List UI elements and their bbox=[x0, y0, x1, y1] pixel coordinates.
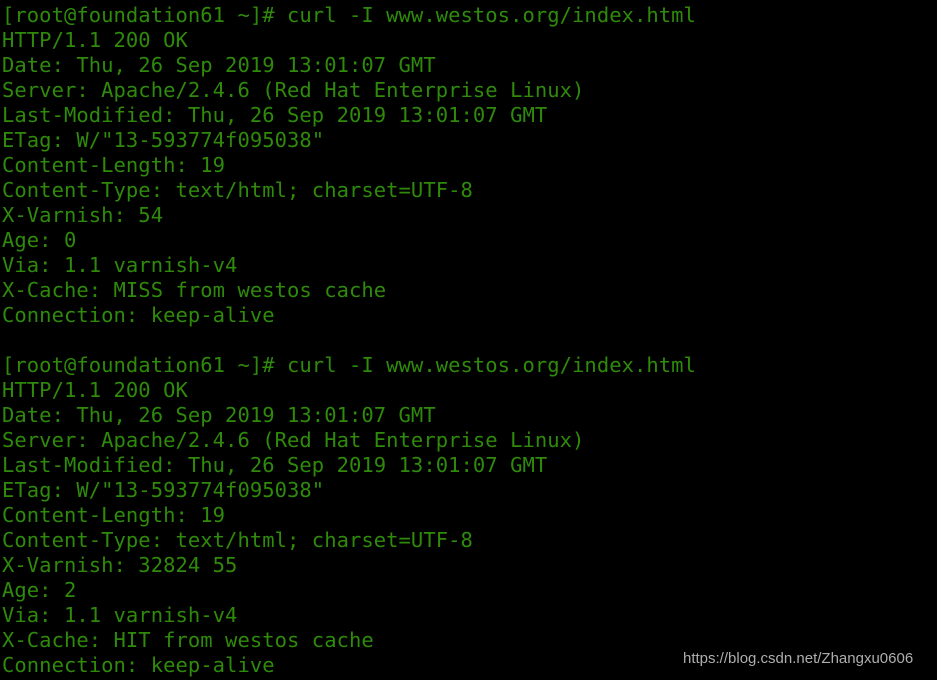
terminal-line-clen-1: Content-Length: 19 bbox=[2, 153, 226, 177]
terminal-line-server-1: Server: Apache/2.4.6 (Red Hat Enterprise… bbox=[2, 78, 585, 102]
terminal-line-varnish-2: X-Varnish: 32824 55 bbox=[2, 553, 238, 577]
terminal-line-blank-1 bbox=[0, 328, 937, 353]
terminal-line-xcache-1: X-Cache: MISS from westos cache bbox=[2, 278, 387, 302]
terminal-line-server-2: Server: Apache/2.4.6 (Red Hat Enterprise… bbox=[2, 428, 585, 452]
terminal-line-conn-1: Connection: keep-alive bbox=[2, 303, 275, 327]
terminal-line-age-1: Age: 0 bbox=[2, 228, 77, 252]
terminal-output: [root@foundation61 ~]# curl -I www.westo… bbox=[0, 3, 937, 678]
terminal-line-age-2: Age: 2 bbox=[2, 578, 77, 602]
terminal-line-clen-2: Content-Length: 19 bbox=[2, 503, 226, 527]
terminal-line-varnish-1: X-Varnish: 54 bbox=[2, 203, 164, 227]
terminal-line-lastmod-1: Last-Modified: Thu, 26 Sep 2019 13:01:07… bbox=[2, 103, 548, 127]
terminal-line-prompt-1: [root@foundation61 ~]# curl -I www.westo… bbox=[2, 3, 696, 27]
terminal-line-ctype-2: Content-Type: text/html; charset=UTF-8 bbox=[2, 528, 473, 552]
terminal-line-prompt-2: [root@foundation61 ~]# curl -I www.westo… bbox=[2, 353, 696, 377]
terminal-line-etag-1: ETag: W/"13-593774f095038" bbox=[2, 128, 325, 152]
terminal-line-status-1: HTTP/1.1 200 OK bbox=[2, 28, 188, 52]
terminal-line-date-2: Date: Thu, 26 Sep 2019 13:01:07 GMT bbox=[2, 403, 436, 427]
terminal-line-via-2: Via: 1.1 varnish-v4 bbox=[2, 603, 238, 627]
terminal-line-status-2: HTTP/1.1 200 OK bbox=[2, 378, 188, 402]
terminal-line-lastmod-2: Last-Modified: Thu, 26 Sep 2019 13:01:07… bbox=[2, 453, 548, 477]
terminal-line-ctype-1: Content-Type: text/html; charset=UTF-8 bbox=[2, 178, 473, 202]
watermark-text: https://blog.csdn.net/Zhangxu0606 bbox=[683, 650, 914, 667]
terminal-screen[interactable]: [root@foundation61 ~]# curl -I www.westo… bbox=[0, 0, 937, 680]
terminal-line-via-1: Via: 1.1 varnish-v4 bbox=[2, 253, 238, 277]
terminal-line-date-1: Date: Thu, 26 Sep 2019 13:01:07 GMT bbox=[2, 53, 436, 77]
terminal-line-etag-2: ETag: W/"13-593774f095038" bbox=[2, 478, 325, 502]
